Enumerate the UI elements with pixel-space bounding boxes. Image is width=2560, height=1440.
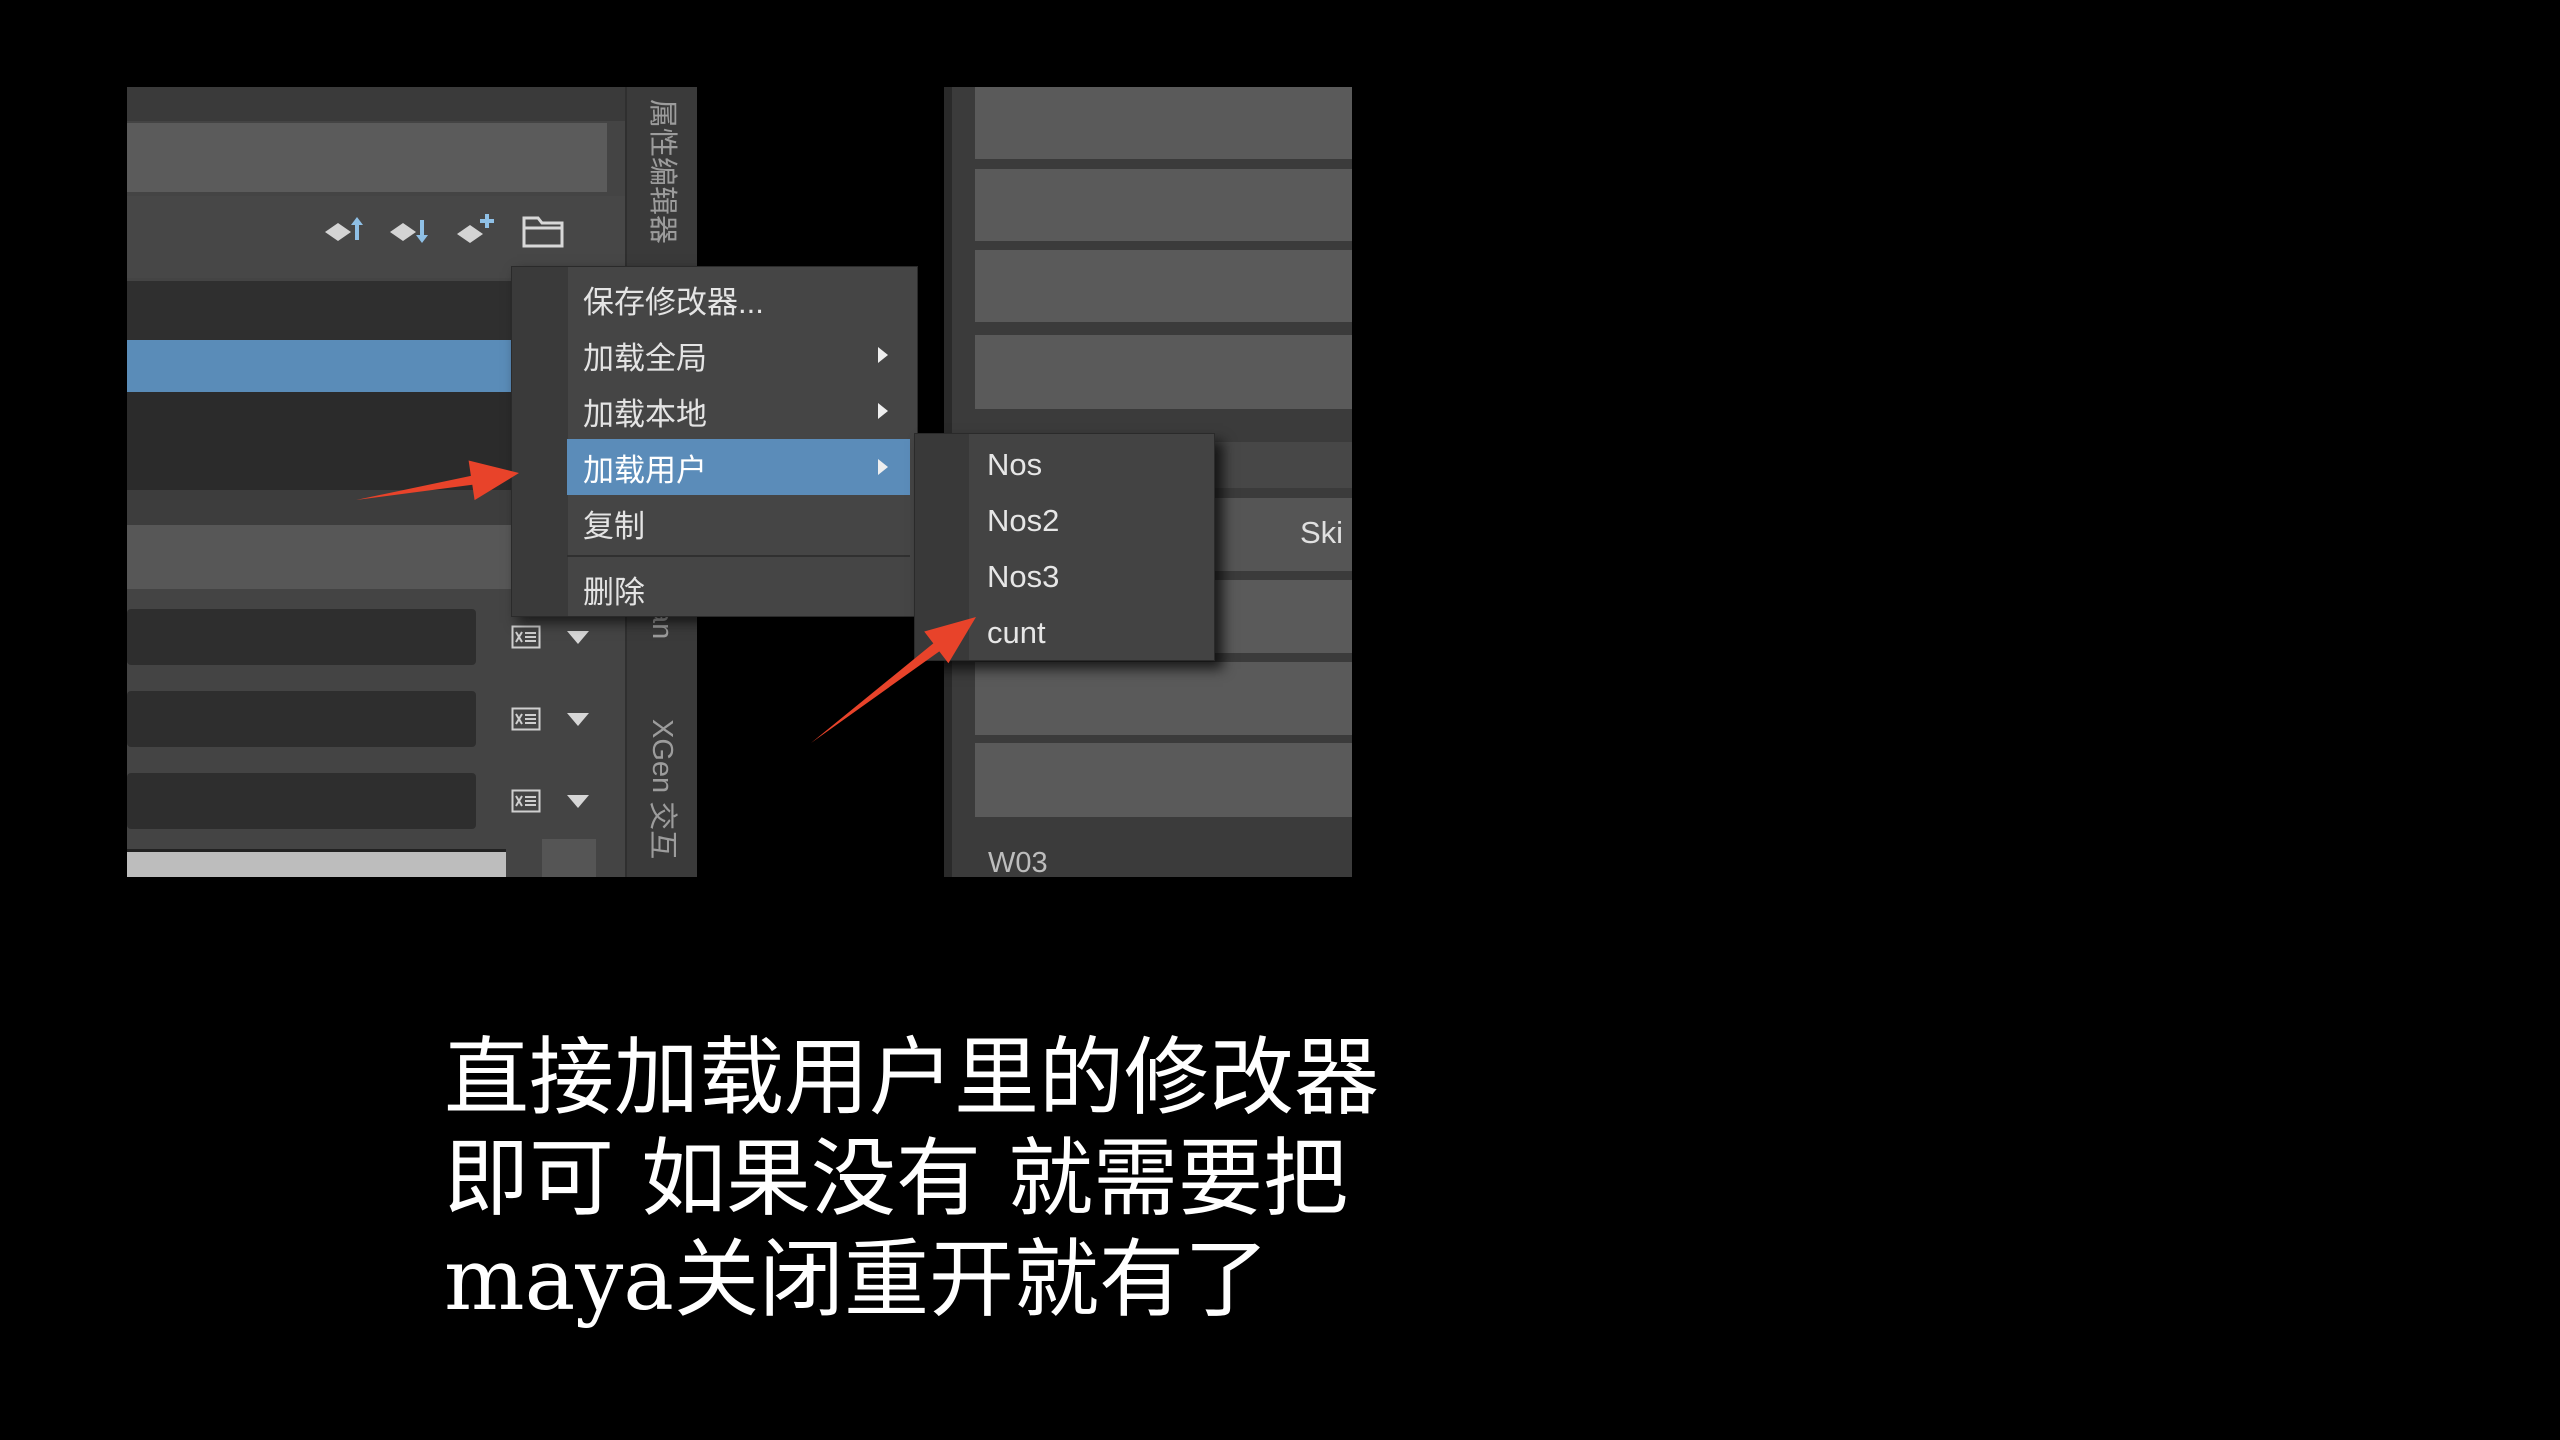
menu-item-load-global[interactable]: 加载全局 [567,327,910,383]
top-text-field[interactable] [127,123,607,192]
menu-icon-column [512,267,568,616]
bottom-scroll-bar[interactable] [127,849,506,877]
menu-item-label: 删除 [583,574,645,610]
menu-item-label: 保存修改器... [583,284,764,320]
caption-line: maya关闭重开就有了 [444,1231,1269,1330]
panel-field[interactable] [975,169,1352,241]
menu-item-load-user[interactable]: 加载用户 [567,439,910,495]
submenu-item-nos2[interactable]: Nos2 [968,493,1214,549]
tab-xgen-interactive[interactable]: XGen 交互 [646,719,678,859]
channel-box-icon[interactable] [511,789,541,813]
menu-item-label: 加载本地 [583,396,707,432]
menu-item-label: 加载用户 [583,452,707,488]
dropdown-arrow-icon[interactable] [567,795,589,808]
load-preset-down-icon[interactable] [386,208,432,254]
submenu-item-cunt[interactable]: cunt [968,605,1214,661]
caption-line: 直接加载用户里的修改器 [444,1029,1380,1128]
tab-attribute-editor[interactable]: 属性编辑器 [646,99,678,244]
panel-field[interactable] [975,335,1352,409]
menu-separator [567,551,910,561]
load-preset-up-icon[interactable] [321,208,367,254]
panel-field[interactable] [975,87,1352,159]
add-preset-icon[interactable] [453,208,499,254]
menu-item-label: 复制 [583,508,645,544]
menu-item-delete[interactable]: 删除 [567,561,910,617]
tutorial-frame: 属性编辑器 an XGen 交互 Ski W03 保存修改器... 加载全局 加… [0,0,2560,1440]
submenu-arrow-icon [878,459,888,475]
selected-preset-row[interactable] [127,340,511,392]
panel-field[interactable] [975,662,1352,735]
attribute-field[interactable] [127,609,476,665]
panel-top-strip [127,87,625,121]
preset-context-menu: 保存修改器... 加载全局 加载本地 加载用户 复制 删除 [511,266,918,617]
bottom-corner-button[interactable] [542,839,596,877]
attribute-field[interactable] [127,691,476,747]
caption: 直接加载用户里的修改器 即可 如果没有 就需要把 maya关闭重开就有了 [444,1028,1379,1331]
submenu-icon-column [915,434,969,660]
menu-item-save-modifier[interactable]: 保存修改器... [567,271,910,327]
caption-line: 即可 如果没有 就需要把 [444,1130,1349,1229]
dropdown-arrow-icon[interactable] [567,713,589,726]
panel-field[interactable] [975,743,1352,817]
menu-item-copy[interactable]: 复制 [567,495,910,551]
panel-field[interactable] [975,250,1352,322]
menu-item-label: 加载全局 [583,340,707,376]
submenu-arrow-icon [878,347,888,363]
load-user-submenu: Nos Nos2 Nos3 cunt [914,433,1215,661]
attribute-field[interactable] [127,773,476,829]
submenu-item-nos3[interactable]: Nos3 [968,549,1214,605]
channel-box-icon[interactable] [511,625,541,649]
dropdown-arrow-icon[interactable] [567,631,589,644]
channel-box-icon[interactable] [511,707,541,731]
submenu-arrow-icon [878,403,888,419]
menu-item-load-local[interactable]: 加载本地 [567,383,910,439]
skin-field-label: Ski [1300,515,1344,550]
folder-icon[interactable] [520,208,566,254]
footer-label: W03 [988,847,1048,877]
submenu-item-nos[interactable]: Nos [968,437,1214,493]
